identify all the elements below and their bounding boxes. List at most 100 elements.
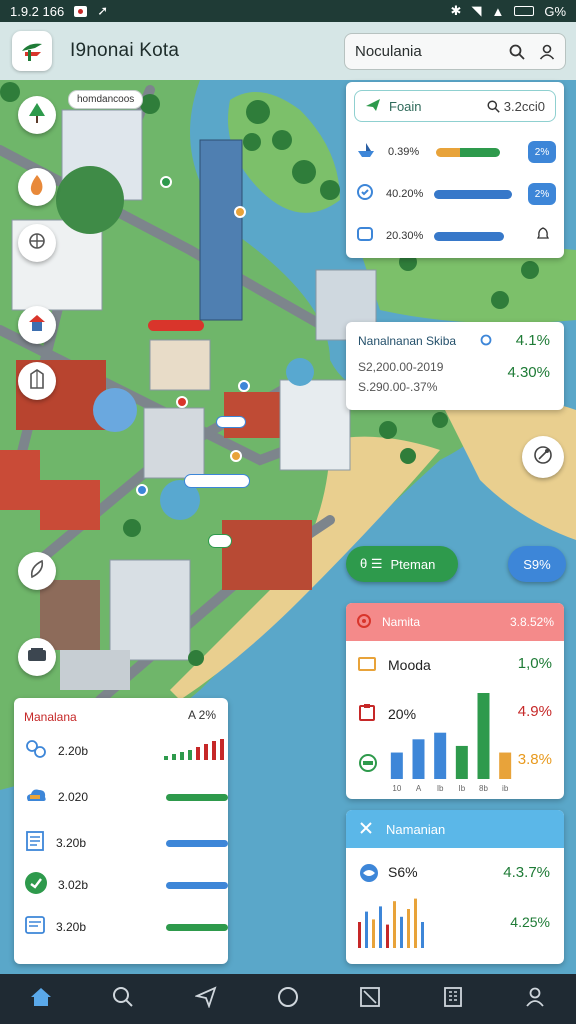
stats-row-bar (436, 147, 500, 157)
stats-row-value: 40.20% (386, 188, 424, 200)
status-bar: 1.9.2 166 ➚ ✱ ◥ ▲ G% (0, 0, 576, 22)
percent-chip-label: S9% (523, 556, 551, 572)
leaf-layer-button[interactable] (18, 552, 56, 590)
info-card-line1: S2,200.00-2019 (358, 360, 444, 374)
chart-bar (412, 739, 425, 779)
stats-card[interactable]: Foain 3.2cci0 0.39% 2% 40.20% 2% 20.30% (346, 82, 564, 258)
list-card[interactable]: Manalana A 2% 2.20b 2.020 3.20b 3.02b 3.… (14, 698, 228, 964)
building-icon (28, 368, 46, 394)
info-card-percent2: 4.30% (507, 364, 550, 381)
chart-card-title-percent: 3.8.52% (509, 615, 554, 629)
mini-chart-bar (400, 916, 403, 948)
chart-card-title: Namita (382, 615, 421, 629)
stats-row[interactable]: 20.30% (356, 224, 556, 248)
bell-icon[interactable] (536, 226, 550, 246)
home-layer-button[interactable] (18, 306, 56, 344)
chart-legend-value: 1,0% (517, 655, 552, 672)
list-item-bar (166, 840, 228, 847)
mini-chart-bar (372, 919, 375, 948)
stats-row[interactable]: 40.20% 2% (356, 182, 556, 206)
percent-chip[interactable]: S9% (508, 546, 566, 582)
stats-row-bar (434, 189, 512, 199)
flower-icon (27, 231, 47, 256)
send-icon (193, 985, 217, 1013)
list-item[interactable]: 3.20b (24, 828, 228, 858)
card-layer-button[interactable] (18, 638, 56, 676)
map-marker-blue[interactable] (216, 416, 246, 428)
category-pill-label: Pteman (390, 556, 436, 572)
mini-chart-bar (365, 911, 368, 948)
target-icon (356, 613, 372, 632)
mini-chart-bar (407, 909, 410, 948)
info-card[interactable]: Nanalnanan Skiba 4.1% S2,200.00-2019 S.2… (346, 322, 564, 410)
detail-bottom-value: 4.25% (510, 914, 550, 930)
map-label[interactable]: homdancoos (68, 90, 144, 109)
nav-search[interactable] (103, 979, 143, 1019)
profile-icon[interactable] (539, 44, 555, 60)
stats-row-action[interactable]: 2% (528, 183, 556, 205)
fire-layer-button[interactable] (18, 168, 56, 206)
bottom-nav (0, 974, 576, 1024)
map-pin[interactable] (176, 396, 188, 408)
search-bar[interactable]: Noculania (344, 33, 566, 70)
detail-card-title: Namanian (386, 821, 446, 837)
chart-tick-label: A (416, 784, 422, 793)
chart-card[interactable]: Namita 3.8.52% Mooda 1,0% 20% 4.9% 3.8% … (346, 603, 564, 799)
building-icon (442, 986, 464, 1013)
nav-home[interactable] (21, 979, 61, 1019)
map-pin[interactable] (136, 484, 148, 496)
tree-layer-button[interactable] (18, 96, 56, 134)
list-card-percent: A 2% (187, 708, 216, 722)
flower-layer-button[interactable] (18, 224, 56, 262)
card-icon (27, 647, 47, 668)
compass-button[interactable] (522, 436, 564, 478)
battery-label: G% (544, 3, 566, 19)
detail-card[interactable]: Namanian S6% 4.3.7% 4.25% (346, 810, 564, 964)
list-item[interactable]: 3.20b (24, 912, 228, 942)
list-card-title: Manalana (24, 710, 77, 724)
mini-chart-bar (379, 906, 382, 948)
category-pill[interactable]: θ ☰ Pteman (346, 546, 458, 582)
map-pin[interactable] (230, 450, 242, 462)
search-icon (112, 986, 134, 1013)
stats-card-title: Foain (389, 98, 422, 114)
list-item[interactable]: 2.20b (24, 736, 224, 766)
info-card-title: Nanalnanan Skiba (358, 334, 457, 348)
bluetooth-icon: ✱ (450, 3, 462, 18)
list-item[interactable]: 3.02b (24, 870, 228, 900)
nav-send[interactable] (186, 979, 226, 1019)
stats-card-header[interactable]: Foain 3.2cci0 (354, 90, 556, 122)
list-item-value: 3.20b (56, 836, 87, 850)
stats-row[interactable]: 0.39% 2% (356, 140, 556, 164)
map-marker-red[interactable] (148, 320, 204, 331)
app-logo[interactable] (12, 31, 52, 71)
chart-legend-value: 4.9% (517, 703, 552, 720)
badge-icon (358, 753, 378, 778)
search-icon[interactable] (509, 44, 525, 60)
building-layer-button[interactable] (18, 362, 56, 400)
search-input[interactable]: Noculania (355, 43, 495, 60)
chart-legend-label: Mooda (388, 656, 431, 673)
signal-icon: ▲ (491, 3, 505, 19)
map-pin[interactable] (160, 176, 172, 188)
mini-bar-chart (358, 898, 424, 948)
nav-map[interactable] (350, 979, 390, 1019)
stats-row-action[interactable]: 2% (528, 141, 556, 163)
nav-building[interactable] (433, 979, 473, 1019)
document-icon (24, 830, 46, 857)
refresh-icon[interactable] (480, 333, 492, 351)
map-pin[interactable] (234, 206, 246, 218)
map-pin[interactable] (238, 380, 250, 392)
screen-icon (356, 225, 374, 248)
clipboard-icon (358, 703, 376, 724)
map-marker-green[interactable] (208, 534, 232, 548)
ship-icon (356, 141, 376, 164)
list-item-value: 2.20b (58, 744, 89, 758)
list-item[interactable]: 2.020 (24, 782, 228, 812)
map-marker-label[interactable] (184, 474, 250, 488)
chart-bar (455, 745, 468, 779)
chart-card-header: Namita 3.8.52% (346, 603, 564, 641)
nav-circle[interactable] (268, 979, 308, 1019)
stats-row-value: 0.39% (388, 146, 420, 158)
nav-profile[interactable] (515, 979, 555, 1019)
